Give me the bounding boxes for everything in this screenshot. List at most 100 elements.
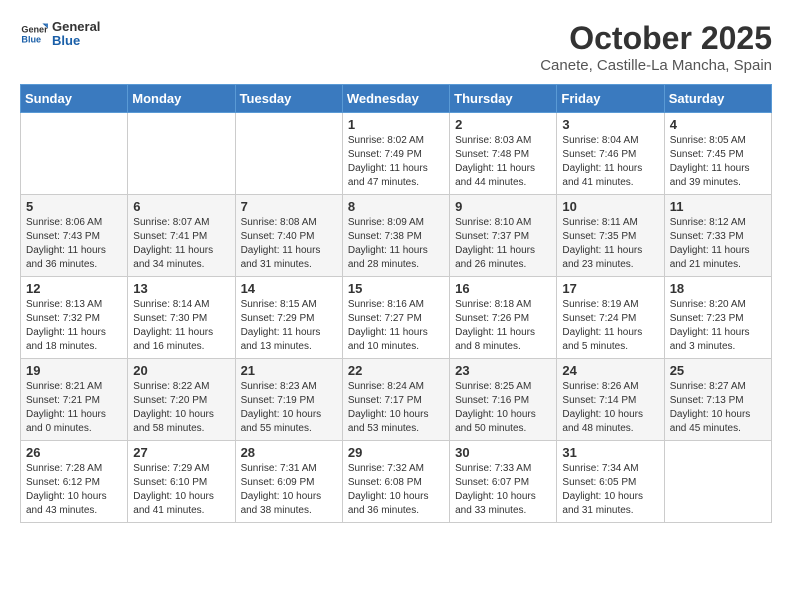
day-info: Sunrise: 8:15 AM Sunset: 7:29 PM Dayligh… xyxy=(241,298,337,354)
weekday-header-saturday: Saturday xyxy=(664,85,771,113)
day-number: 16 xyxy=(455,281,551,296)
day-info: Sunrise: 8:09 AM Sunset: 7:38 PM Dayligh… xyxy=(348,216,444,272)
day-number: 15 xyxy=(348,281,444,296)
weekday-header-wednesday: Wednesday xyxy=(342,85,449,113)
day-info: Sunrise: 8:21 AM Sunset: 7:21 PM Dayligh… xyxy=(26,380,122,436)
calendar-week-row: 5Sunrise: 8:06 AM Sunset: 7:43 PM Daylig… xyxy=(21,195,772,277)
calendar-day-cell: 24Sunrise: 8:26 AM Sunset: 7:14 PM Dayli… xyxy=(557,359,664,441)
calendar-day-cell: 21Sunrise: 8:23 AM Sunset: 7:19 PM Dayli… xyxy=(235,359,342,441)
day-number: 28 xyxy=(241,445,337,460)
calendar-day-cell: 18 Sunrise: 8:20 AM Sunset: 7:23 PM Dayli… xyxy=(664,277,771,359)
day-number: 1 xyxy=(348,117,444,132)
day-number: 30 xyxy=(455,445,551,460)
day-info: Sunrise: 8:16 AM Sunset: 7:27 PM Dayligh… xyxy=(348,298,444,354)
day-number: 13 xyxy=(133,281,229,296)
calendar-week-row: 12 Sunrise: 8:13 AM Sunset: 7:32 PM Dayli… xyxy=(21,277,772,359)
calendar-subtitle: Canete, Castille-La Mancha, Spain xyxy=(540,57,772,74)
day-number: 24 xyxy=(562,363,658,378)
day-number: 10 xyxy=(562,199,658,214)
calendar-day-cell: 9 Sunrise: 8:10 AM Sunset: 7:37 PM Daylig… xyxy=(450,195,557,277)
logo-blue: Blue xyxy=(52,34,100,48)
day-number: 23 xyxy=(455,363,551,378)
day-number: 22 xyxy=(348,363,444,378)
day-number: 29 xyxy=(348,445,444,460)
calendar-day-cell: 31 Sunrise: 7:34 AM Sunset: 6:05 PM Dayli… xyxy=(557,441,664,523)
day-number: 12 xyxy=(26,281,122,296)
calendar-day-cell: 15 Sunrise: 8:16 AM Sunset: 7:27 PM Dayli… xyxy=(342,277,449,359)
weekday-header-friday: Friday xyxy=(557,85,664,113)
day-number: 26 xyxy=(26,445,122,460)
day-info: Sunrise: 8:06 AM Sunset: 7:43 PM Dayligh… xyxy=(26,216,122,272)
day-info: Sunrise: 8:11 AM Sunset: 7:35 PM Dayligh… xyxy=(562,216,658,272)
calendar-title: October 2025 xyxy=(540,20,772,57)
day-info: Sunrise: 8:20 AM Sunset: 7:23 PM Dayligh… xyxy=(670,298,766,354)
calendar-day-cell: 29 Sunrise: 7:32 AM Sunset: 6:08 PM Dayli… xyxy=(342,441,449,523)
day-info: Sunrise: 7:34 AM Sunset: 6:05 PM Dayligh… xyxy=(562,462,658,518)
calendar-day-cell: 12 Sunrise: 8:13 AM Sunset: 7:32 PM Dayli… xyxy=(21,277,128,359)
logo-general: General xyxy=(52,20,100,34)
day-info: Sunrise: 8:25 AM Sunset: 7:16 PM Dayligh… xyxy=(455,380,551,436)
day-info: Sunrise: 8:05 AM Sunset: 7:45 PM Dayligh… xyxy=(670,134,766,190)
day-info: Sunrise: 8:04 AM Sunset: 7:46 PM Dayligh… xyxy=(562,134,658,190)
calendar-week-row: 19 Sunrise: 8:21 AM Sunset: 7:21 PM Dayli… xyxy=(21,359,772,441)
day-number: 4 xyxy=(670,117,766,132)
calendar-day-cell: 11 Sunrise: 8:12 AM Sunset: 7:33 PM Dayli… xyxy=(664,195,771,277)
day-number: 14 xyxy=(241,281,337,296)
day-number: 25 xyxy=(670,363,766,378)
day-info: Sunrise: 8:18 AM Sunset: 7:26 PM Dayligh… xyxy=(455,298,551,354)
weekday-header-monday: Monday xyxy=(128,85,235,113)
calendar-day-cell: 17 Sunrise: 8:19 AM Sunset: 7:24 PM Dayli… xyxy=(557,277,664,359)
day-info: Sunrise: 8:03 AM Sunset: 7:48 PM Dayligh… xyxy=(455,134,551,190)
title-section: October 2025 Canete, Castille-La Mancha,… xyxy=(540,20,772,74)
weekday-header-sunday: Sunday xyxy=(21,85,128,113)
day-number: 20 xyxy=(133,363,229,378)
calendar-day-cell: 25Sunrise: 8:27 AM Sunset: 7:13 PM Dayli… xyxy=(664,359,771,441)
calendar-week-row: 1 Sunrise: 8:02 AM Sunset: 7:49 PM Daylig… xyxy=(21,113,772,195)
calendar-day-cell: 5Sunrise: 8:06 AM Sunset: 7:43 PM Daylig… xyxy=(21,195,128,277)
day-info: Sunrise: 7:28 AM Sunset: 6:12 PM Dayligh… xyxy=(26,462,122,518)
day-number: 8 xyxy=(348,199,444,214)
day-info: Sunrise: 8:19 AM Sunset: 7:24 PM Dayligh… xyxy=(562,298,658,354)
day-number: 11 xyxy=(670,199,766,214)
day-number: 2 xyxy=(455,117,551,132)
day-info: Sunrise: 8:13 AM Sunset: 7:32 PM Dayligh… xyxy=(26,298,122,354)
day-number: 17 xyxy=(562,281,658,296)
calendar-day-cell: 6Sunrise: 8:07 AM Sunset: 7:41 PM Daylig… xyxy=(128,195,235,277)
svg-text:General: General xyxy=(21,25,48,35)
calendar-day-cell: 4 Sunrise: 8:05 AM Sunset: 7:45 PM Daylig… xyxy=(664,113,771,195)
logo: General Blue General Blue xyxy=(20,20,100,49)
day-info: Sunrise: 7:33 AM Sunset: 6:07 PM Dayligh… xyxy=(455,462,551,518)
day-info: Sunrise: 8:23 AM Sunset: 7:19 PM Dayligh… xyxy=(241,380,337,436)
day-number: 19 xyxy=(26,363,122,378)
calendar-day-cell: 13Sunrise: 8:14 AM Sunset: 7:30 PM Dayli… xyxy=(128,277,235,359)
calendar-day-cell: 27Sunrise: 7:29 AM Sunset: 6:10 PM Dayli… xyxy=(128,441,235,523)
day-info: Sunrise: 8:10 AM Sunset: 7:37 PM Dayligh… xyxy=(455,216,551,272)
calendar-empty-cell xyxy=(21,113,128,195)
calendar-day-cell: 14 Sunrise: 8:15 AM Sunset: 7:29 PM Dayli… xyxy=(235,277,342,359)
day-info: Sunrise: 8:02 AM Sunset: 7:49 PM Dayligh… xyxy=(348,134,444,190)
day-info: Sunrise: 8:12 AM Sunset: 7:33 PM Dayligh… xyxy=(670,216,766,272)
calendar-empty-cell xyxy=(128,113,235,195)
calendar-day-cell: 28 Sunrise: 7:31 AM Sunset: 6:09 PM Dayli… xyxy=(235,441,342,523)
calendar-day-cell: 19 Sunrise: 8:21 AM Sunset: 7:21 PM Dayli… xyxy=(21,359,128,441)
calendar-day-cell: 7Sunrise: 8:08 AM Sunset: 7:40 PM Daylig… xyxy=(235,195,342,277)
svg-text:Blue: Blue xyxy=(21,35,41,45)
day-info: Sunrise: 7:32 AM Sunset: 6:08 PM Dayligh… xyxy=(348,462,444,518)
day-number: 18 xyxy=(670,281,766,296)
weekday-header-thursday: Thursday xyxy=(450,85,557,113)
day-number: 9 xyxy=(455,199,551,214)
calendar-day-cell: 10 Sunrise: 8:11 AM Sunset: 7:35 PM Dayli… xyxy=(557,195,664,277)
calendar-day-cell: 1 Sunrise: 8:02 AM Sunset: 7:49 PM Daylig… xyxy=(342,113,449,195)
calendar-day-cell: 23 Sunrise: 8:25 AM Sunset: 7:16 PM Dayli… xyxy=(450,359,557,441)
day-number: 3 xyxy=(562,117,658,132)
day-number: 6 xyxy=(133,199,229,214)
calendar-empty-cell xyxy=(664,441,771,523)
calendar-day-cell: 20Sunrise: 8:22 AM Sunset: 7:20 PM Dayli… xyxy=(128,359,235,441)
day-info: Sunrise: 7:31 AM Sunset: 6:09 PM Dayligh… xyxy=(241,462,337,518)
logo-icon: General Blue xyxy=(20,20,48,48)
calendar-day-cell: 26 Sunrise: 7:28 AM Sunset: 6:12 PM Dayli… xyxy=(21,441,128,523)
calendar-week-row: 26 Sunrise: 7:28 AM Sunset: 6:12 PM Dayli… xyxy=(21,441,772,523)
header: General Blue General Blue October 2025 C… xyxy=(20,20,772,74)
calendar-day-cell: 3 Sunrise: 8:04 AM Sunset: 7:46 PM Daylig… xyxy=(557,113,664,195)
day-number: 31 xyxy=(562,445,658,460)
